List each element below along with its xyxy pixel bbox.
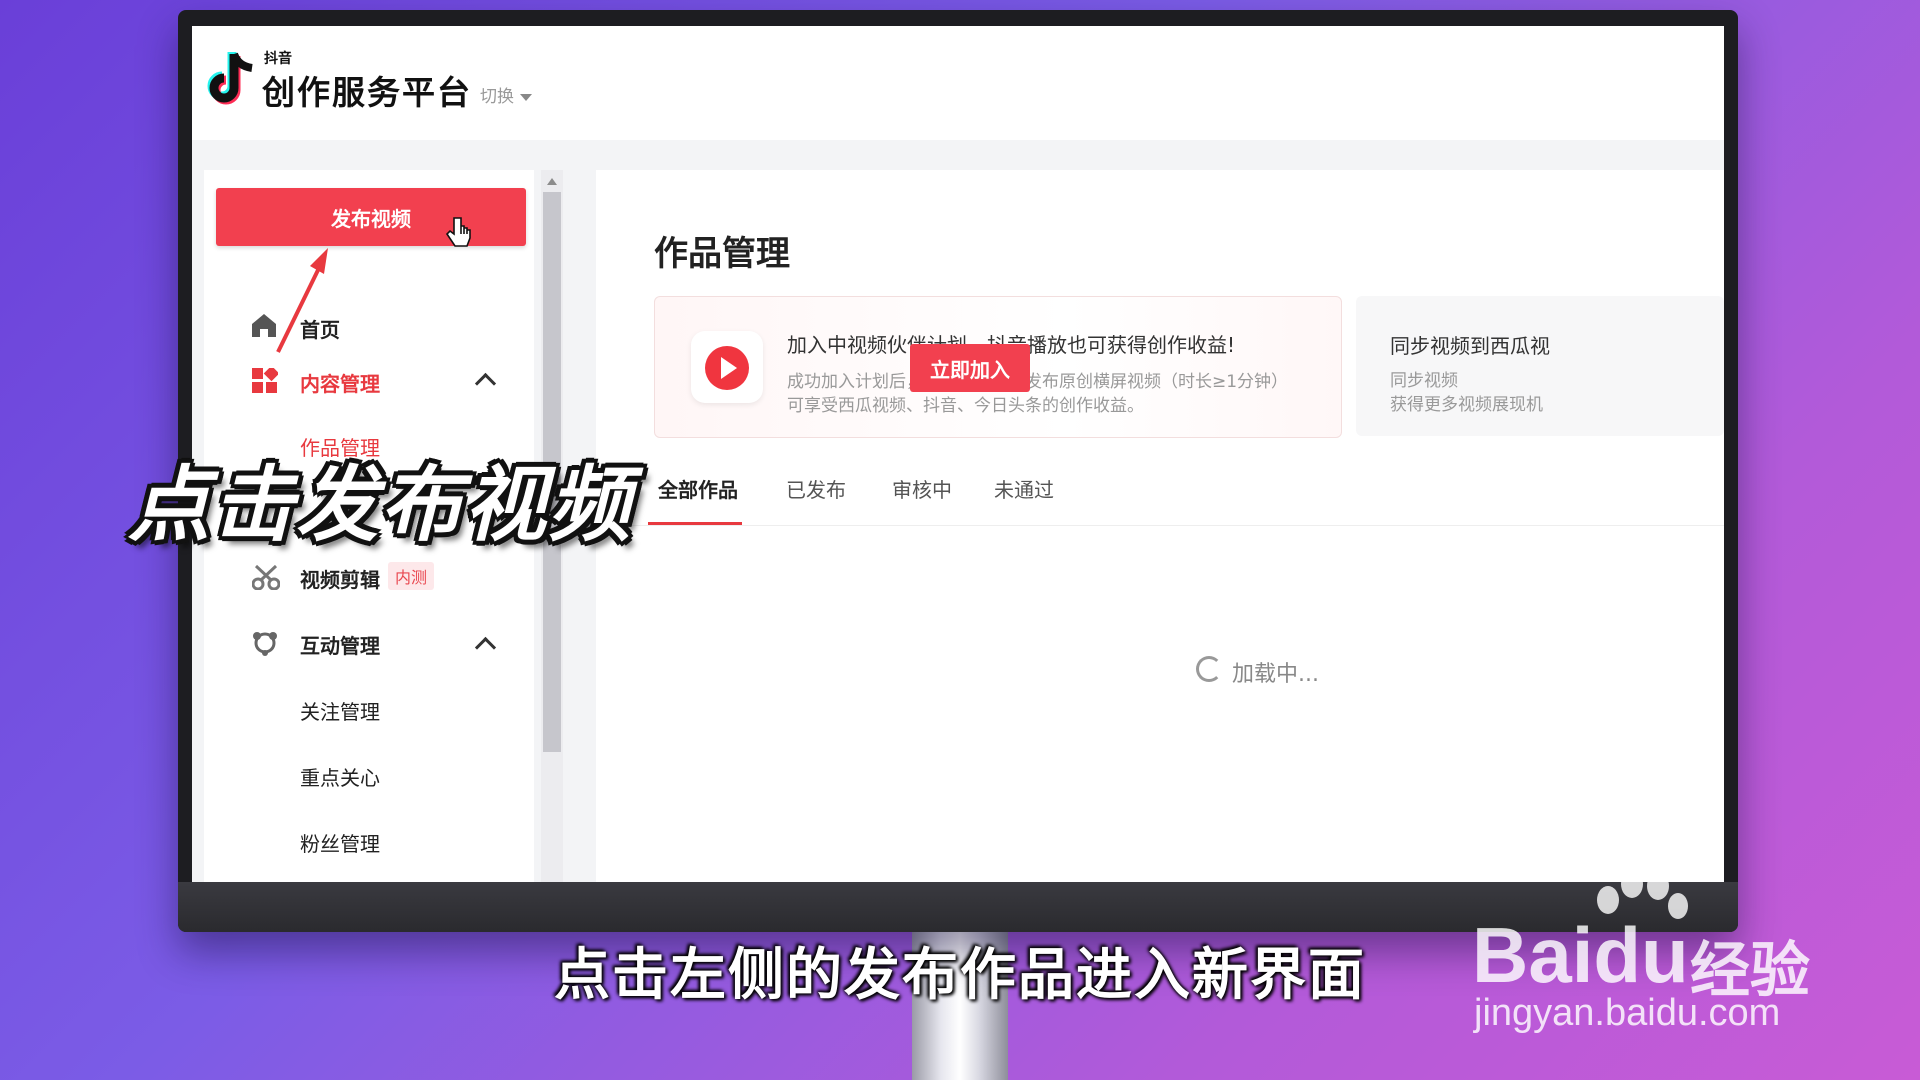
sidebar-item-video-editing[interactable]: 视频剪辑 [300, 564, 380, 593]
tutorial-caption: 点击发布视频 [128, 458, 632, 553]
join-now-button[interactable]: 立即加入 [910, 344, 1030, 392]
watermark-brand: Baidu [1472, 910, 1689, 1001]
scissors-icon [252, 564, 280, 590]
scroll-up-arrow-icon[interactable] [547, 178, 557, 185]
sidebar-item-follow-management[interactable]: 关注管理 [300, 696, 380, 725]
caret-down-icon [520, 93, 532, 101]
watermark-url: jingyan.baidu.com [1474, 992, 1781, 1034]
logo-brand-label: 抖音 [264, 51, 292, 67]
switch-dropdown[interactable]: 切换 [480, 82, 532, 107]
tab-published[interactable]: 已发布 [786, 474, 846, 503]
xigua-play-icon [691, 331, 763, 403]
sidebar-item-home[interactable]: 首页 [300, 314, 340, 343]
mouse-pointer-icon [446, 217, 471, 247]
watermark-du: du [1593, 911, 1689, 999]
tab-rejected[interactable]: 未通过 [994, 474, 1054, 503]
banner-description-line1: 成功加入计划后，通过西瓜视频发布原创横屏视频（时长≥1分钟） [787, 372, 1289, 392]
sync-banner-line2: 获得更多视频展现机 [1390, 395, 1543, 415]
sync-xigua-banner[interactable]: 同步视频到西瓜视 同步视频 获得更多视频展现机 [1356, 296, 1724, 436]
sidebar-item-content-management[interactable]: 内容管理 [300, 368, 380, 397]
loading-spinner-icon [1196, 656, 1222, 682]
tab-under-review[interactable]: 审核中 [892, 474, 952, 503]
sidebar-item-key-concerns[interactable]: 重点关心 [300, 762, 380, 791]
beta-badge: 内测 [388, 562, 435, 590]
grid-icon [252, 368, 278, 393]
interaction-icon [253, 632, 277, 656]
logo-title: 创作服务平台 [262, 73, 472, 112]
douyin-logo-icon [207, 52, 253, 105]
home-icon [252, 314, 276, 337]
tab-all-works[interactable]: 全部作品 [658, 474, 738, 503]
page-title: 作品管理 [654, 234, 790, 274]
top-bar: 抖音 创作服务平台 切换 [192, 26, 1724, 140]
watermark-bai: Bai [1472, 911, 1594, 999]
sync-banner-line1: 同步视频 [1390, 371, 1458, 391]
publish-video-button[interactable]: 发布视频 [216, 188, 526, 246]
tabs-divider [596, 525, 1724, 526]
loading-text: 加载中... [1232, 662, 1319, 687]
main-panel [596, 170, 1724, 882]
sync-banner-title: 同步视频到西瓜视 [1390, 334, 1550, 358]
switch-label: 切换 [480, 87, 514, 107]
sidebar-item-interaction-management[interactable]: 互动管理 [300, 630, 380, 659]
banner-description-line2: 可享受西瓜视频、抖音、今日头条的创作收益。 [787, 396, 1144, 416]
sidebar-item-fans-management[interactable]: 粉丝管理 [300, 828, 380, 857]
